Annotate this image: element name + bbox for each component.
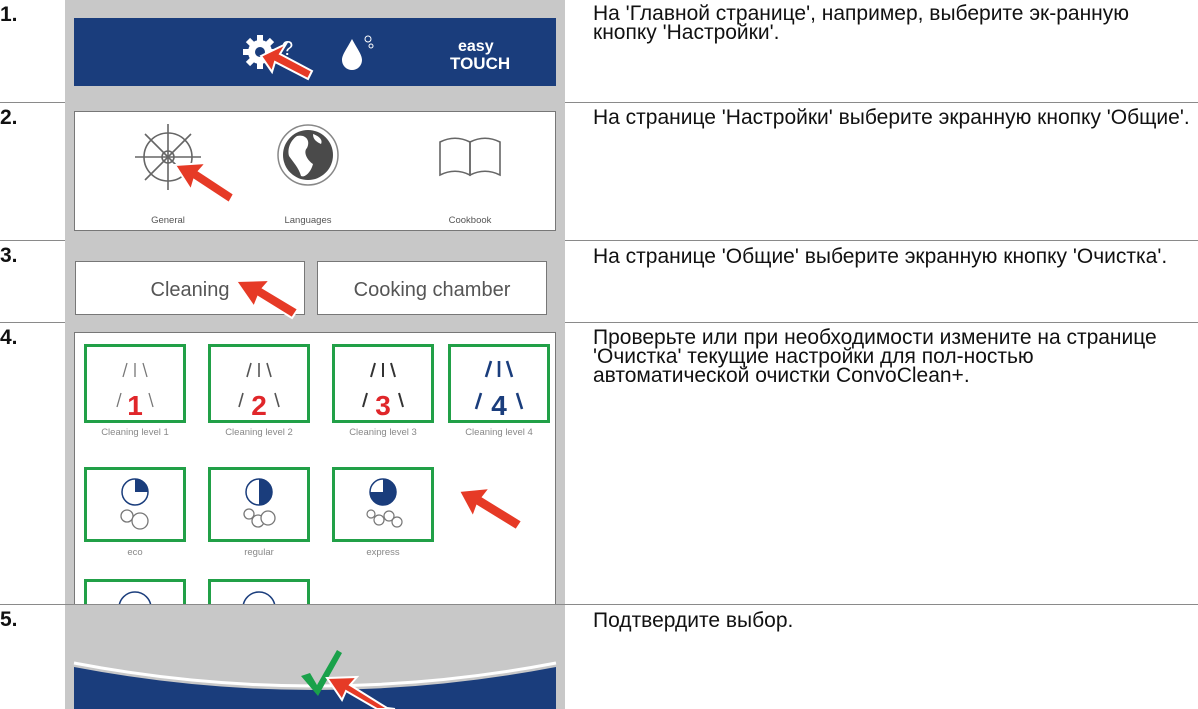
settings-screen: General Languages Cookbook — [74, 111, 556, 231]
pointer-arrow-layer — [457, 486, 524, 532]
step-instruction: Проверьте или при необходимости измените… — [593, 326, 1157, 387]
step-screenshot: General Languages Cookbook — [65, 102, 565, 240]
pointer-arrow — [457, 486, 524, 532]
easytouch-header-graphic: ? easy TOUCH — [243, 35, 510, 81]
settings-item-general[interactable]: General — [128, 215, 208, 226]
settings-item-cookbook[interactable]: Cookbook — [430, 215, 510, 226]
step-screenshot: 1 2 3 4 Cleaning level 1 Cleaning level … — [65, 322, 565, 604]
step-screenshot: ? easy TOUCH — [65, 0, 565, 103]
water-drop-icon[interactable] — [342, 39, 362, 70]
step-screenshot — [65, 605, 565, 709]
step-number: 1. — [0, 3, 18, 26]
step-screenshot: Cleaning Cooking chamber — [65, 240, 565, 322]
pointer-arrow-layer — [234, 278, 300, 320]
pointer-arrow — [173, 161, 236, 205]
step-number: 2. — [0, 106, 18, 129]
globe-icon[interactable] — [277, 124, 339, 186]
step-instruction: На странице 'Общие' выберите экранную кн… — [593, 245, 1168, 268]
step-instruction: Подтвердите выбор. — [593, 609, 794, 632]
step-instruction: На странице 'Настройки' выберите экранну… — [593, 106, 1190, 129]
step-number: 3. — [0, 244, 18, 267]
step-instruction: На 'Главной странице', например, выберит… — [593, 2, 1130, 44]
cookbook-icon[interactable] — [439, 137, 501, 177]
logo-touch: TOUCH — [450, 54, 510, 73]
settings-icons — [135, 124, 501, 205]
pointer-arrow — [234, 278, 300, 320]
step-number: 4. — [0, 326, 18, 349]
step-number: 5. — [0, 608, 18, 631]
settings-item-languages[interactable]: Languages — [268, 215, 348, 226]
confirm-screen — [73, 605, 557, 709]
cleaning-settings-screen: 1 2 3 4 Cleaning level 1 Cleaning level … — [74, 332, 556, 604]
logo-easy: easy — [458, 38, 494, 55]
easytouch-header-bar: ? easy TOUCH — [74, 18, 556, 86]
